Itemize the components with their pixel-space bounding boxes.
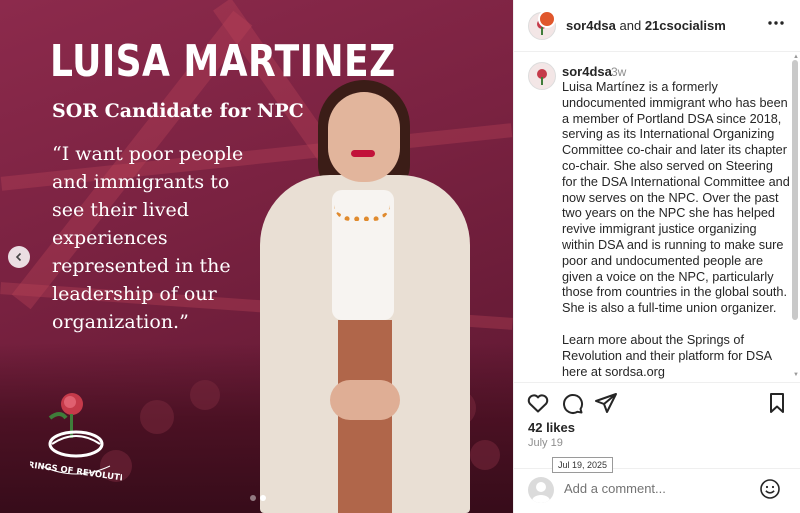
user-placeholder-icon [532, 482, 550, 503]
post-sidebar: sor4dsa and 21csocialism sor4dsa 3w Luis… [513, 0, 800, 513]
candidate-name: LUISA MARTINEZ [50, 36, 396, 87]
svg-text:SPRINGS OF REVOLUTION: SPRINGS OF REVOLUTION [30, 459, 122, 486]
date-tooltip: Jul 19, 2025 [552, 457, 614, 473]
caption-timestamp[interactable]: 3w [611, 65, 626, 79]
candidate-subtitle: SOR Candidate for NPC [52, 100, 304, 122]
caption-more: Learn more about the Springs of Revoluti… [562, 332, 772, 379]
author-joiner: and [619, 18, 642, 33]
user-avatar [528, 477, 554, 503]
action-bar [514, 382, 800, 422]
caption-body: Luisa Martínez is a formerly undocumente… [562, 80, 790, 316]
share-icon[interactable] [594, 391, 618, 415]
crowd-head [190, 380, 220, 410]
scroll-down-arrow[interactable]: ▼ [793, 372, 799, 378]
heart-icon[interactable] [526, 391, 550, 415]
post-date[interactable]: July 19 [528, 437, 563, 449]
caption-scroll-area[interactable]: sor4dsa 3w Luisa Martínez is a formerly … [514, 52, 800, 382]
emoji-icon[interactable] [759, 478, 781, 500]
comment-bar [514, 468, 800, 513]
carousel-dot-active [260, 495, 266, 501]
carousel-dots [250, 495, 266, 501]
collaborator-avatar[interactable] [538, 10, 556, 28]
post-authors: sor4dsa and 21csocialism [566, 18, 726, 33]
post-image[interactable]: LUISA MARTINEZ SOR Candidate for NPC “I … [0, 0, 513, 513]
caption-username[interactable]: sor4dsa [562, 64, 612, 79]
crowd-head [140, 400, 174, 434]
caption-avatar[interactable] [528, 62, 556, 90]
comment-icon[interactable] [560, 391, 584, 415]
springs-of-revolution-logo: SPRINGS OF REVOLUTION [30, 393, 122, 486]
carousel-dot [250, 495, 256, 501]
caption-scrollbar[interactable] [792, 60, 798, 320]
bookmark-icon[interactable] [765, 391, 789, 415]
comment-input[interactable] [564, 481, 744, 496]
candidate-photo [250, 70, 490, 513]
collaborator-username[interactable]: 21csocialism [645, 18, 726, 33]
chevron-left-icon [15, 252, 22, 262]
caption-text: Luisa Martínez is a formerly undocumente… [562, 80, 790, 380]
post-header: sor4dsa and 21csocialism [514, 0, 800, 52]
carousel-prev-button[interactable] [8, 246, 30, 268]
likes-count[interactable]: 42 likes [528, 420, 575, 435]
author-username[interactable]: sor4dsa [566, 18, 616, 33]
more-options-button[interactable] [767, 14, 785, 37]
candidate-quote: “I want poor people and immigrants to se… [52, 143, 244, 333]
more-horizontal-icon [768, 21, 784, 25]
